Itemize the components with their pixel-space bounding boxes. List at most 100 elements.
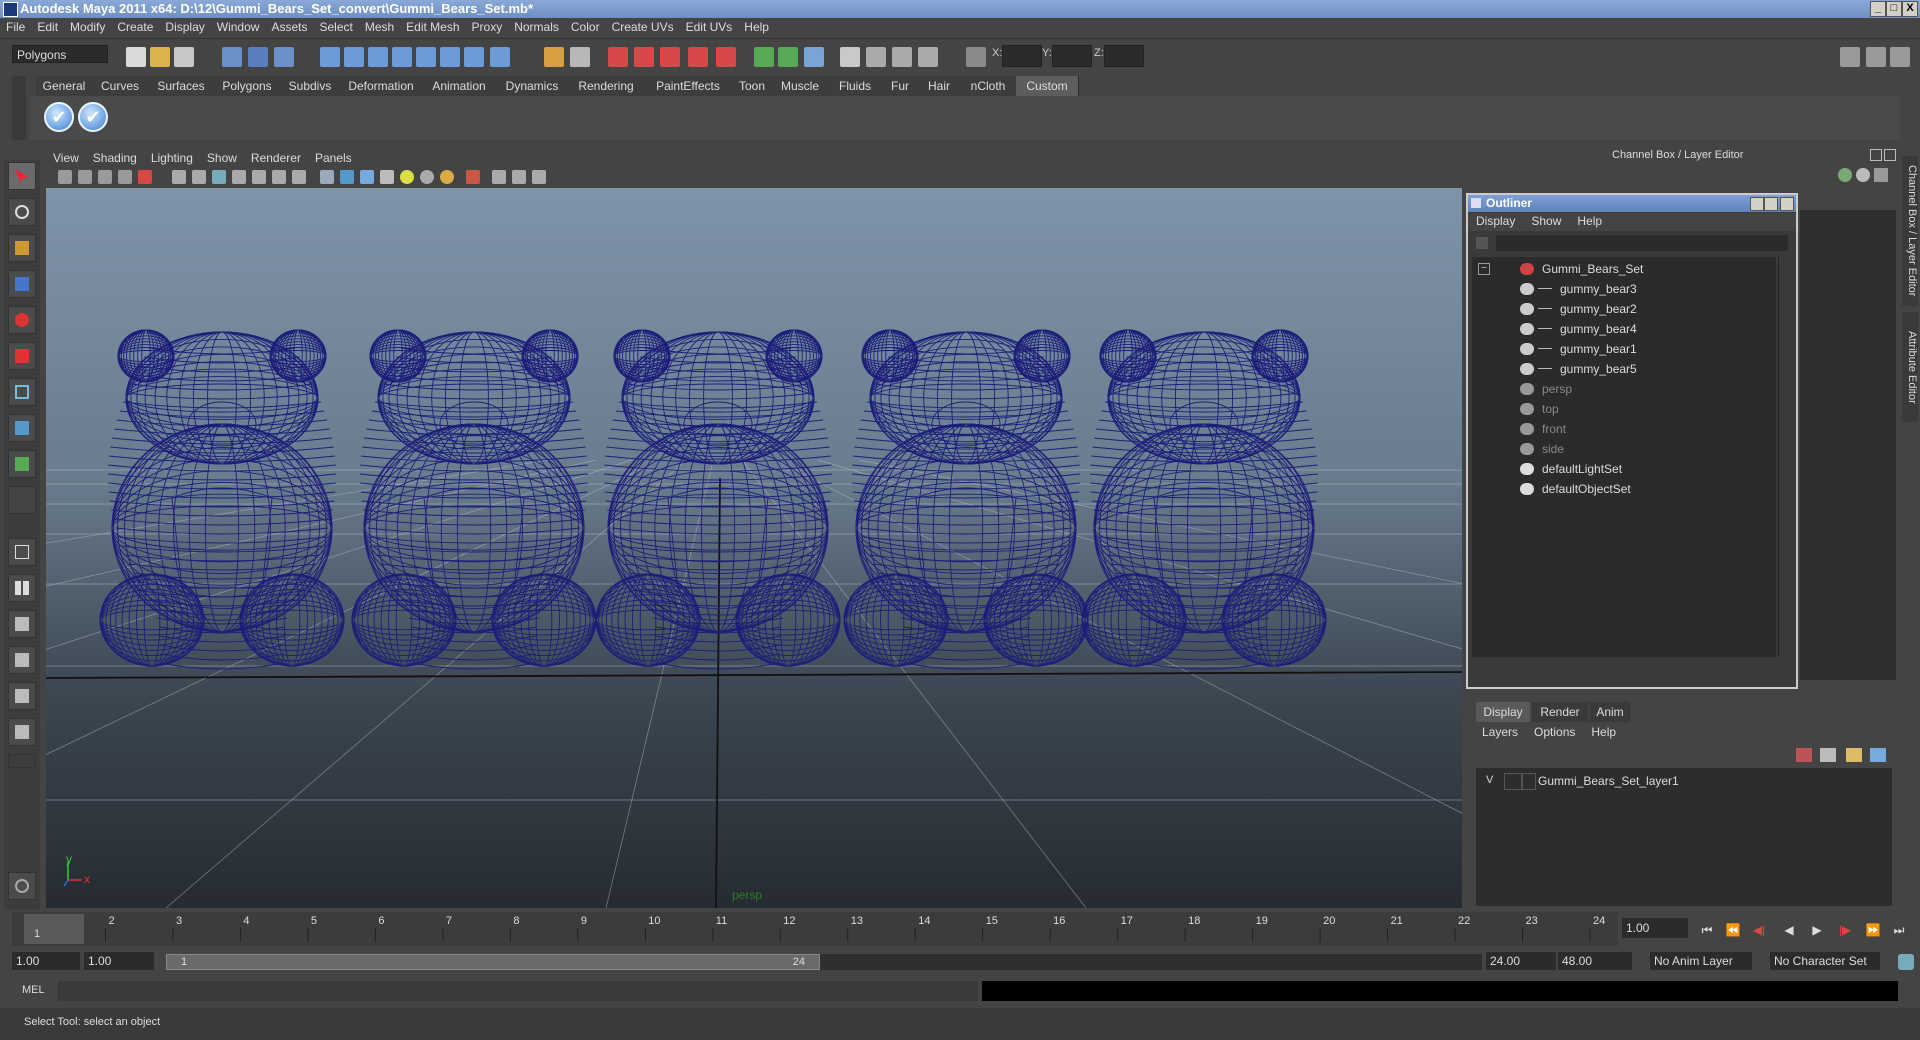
menu-file[interactable]: File xyxy=(0,18,31,36)
menu-color[interactable]: Color xyxy=(565,18,606,36)
outliner-item-gummy_bear3[interactable]: gummy_bear3 xyxy=(1472,279,1772,299)
help-icon[interactable] xyxy=(490,47,510,67)
layer-template-toggle[interactable] xyxy=(1504,773,1522,790)
attribute-editor-side-tab[interactable]: Attribute Editor xyxy=(1902,312,1918,422)
current-frame-field[interactable]: 1.00 xyxy=(1622,918,1688,938)
shelf-tab-polygons[interactable]: Polygons xyxy=(214,76,281,96)
vp-menu-view[interactable]: View xyxy=(46,150,86,166)
all-lights-icon[interactable] xyxy=(420,170,434,184)
anim-layer-dropdown[interactable]: No Anim Layer xyxy=(1650,952,1752,970)
cb-keyed-icon[interactable] xyxy=(1838,168,1852,182)
channel-box-side-tab[interactable]: Channel Box / Layer Editor xyxy=(1902,156,1918,306)
lock-icon[interactable] xyxy=(544,47,564,67)
go-to-end-button[interactable]: ⏭ xyxy=(1888,920,1910,940)
snap-view-icon[interactable] xyxy=(440,47,460,67)
vp-menu-panels[interactable]: Panels xyxy=(308,150,359,166)
smooth-shade-icon[interactable] xyxy=(340,170,354,184)
wire-on-shaded-icon[interactable] xyxy=(360,170,374,184)
shelf-tab-painteffects[interactable]: PaintEffects xyxy=(644,76,733,96)
step-forward-frame-button[interactable]: |▶ xyxy=(1834,920,1856,940)
layout-hypershade-button[interactable] xyxy=(8,682,36,710)
select-hierarchy-icon[interactable] xyxy=(222,47,242,67)
gummy-bear-mesh[interactable] xyxy=(351,329,597,670)
default-light-icon[interactable] xyxy=(400,170,414,184)
live-surface-icon[interactable] xyxy=(716,47,736,67)
step-back-frame-button[interactable]: ◀| xyxy=(1748,920,1770,940)
layer-tab-display[interactable]: Display xyxy=(1476,702,1530,722)
last-tool-slot[interactable] xyxy=(8,486,36,514)
snap-plane-icon[interactable] xyxy=(392,47,412,67)
cb-layer-icon[interactable] xyxy=(1856,168,1870,182)
film-gate-icon[interactable] xyxy=(192,170,206,184)
lasso-tool[interactable] xyxy=(8,198,36,226)
animation-end-field[interactable]: 48.00 xyxy=(1558,952,1632,970)
outliner-item-gummy_bear2[interactable]: gummy_bear2 xyxy=(1472,299,1772,319)
move-layer-down-icon[interactable] xyxy=(1820,748,1836,762)
open-scene-icon[interactable] xyxy=(150,47,170,67)
magnet-icon[interactable] xyxy=(660,47,680,67)
mode-selector[interactable]: Polygons xyxy=(12,45,108,63)
snap-surface-icon[interactable] xyxy=(416,47,436,67)
select-object-icon[interactable] xyxy=(248,47,268,67)
attribute-toggle-icon[interactable] xyxy=(892,47,912,67)
camera-attributes-icon[interactable] xyxy=(78,170,92,184)
play-backwards-button[interactable]: ◀ xyxy=(1778,920,1800,940)
menu-create[interactable]: Create xyxy=(111,18,159,36)
field-chart-icon[interactable] xyxy=(252,170,266,184)
tool-box-toggle-icon[interactable] xyxy=(1890,47,1910,67)
move-tool[interactable] xyxy=(8,270,36,298)
new-scene-icon[interactable] xyxy=(126,47,146,67)
hypershade-icon[interactable] xyxy=(840,47,860,67)
soft-mod-tool[interactable] xyxy=(8,414,36,442)
vp-menu-renderer[interactable]: Renderer xyxy=(244,150,308,166)
outliner-close-button[interactable] xyxy=(1780,197,1794,211)
shelf-tab-custom[interactable]: Custom xyxy=(1016,76,1079,96)
outliner-minimize-button[interactable] xyxy=(1750,197,1764,211)
rotate-tool[interactable] xyxy=(8,306,36,334)
animation-start-field[interactable]: 1.00 xyxy=(12,952,80,970)
xray-joints-icon[interactable] xyxy=(512,170,526,184)
menu-help[interactable]: Help xyxy=(738,18,775,36)
layout-four-button[interactable] xyxy=(8,574,36,602)
select-component-icon[interactable] xyxy=(274,47,294,67)
layout-graph-button[interactable] xyxy=(8,646,36,674)
textured-icon[interactable] xyxy=(380,170,394,184)
shadows-icon[interactable] xyxy=(440,170,454,184)
snap-live-icon[interactable] xyxy=(464,47,484,67)
layout-icon[interactable] xyxy=(1840,47,1860,67)
menu-edit-uvs[interactable]: Edit UVs xyxy=(680,18,739,36)
save-scene-icon[interactable] xyxy=(174,47,194,67)
outliner-item-gummy_bear4[interactable]: gummy_bear4 xyxy=(1472,319,1772,339)
playback-end-field[interactable]: 24.00 xyxy=(1486,952,1556,970)
menu-window[interactable]: Window xyxy=(211,18,266,36)
menu-mesh[interactable]: Mesh xyxy=(359,18,400,36)
render-settings-icon[interactable] xyxy=(804,47,824,67)
wireframe-icon[interactable] xyxy=(320,170,334,184)
ipr-render-icon[interactable] xyxy=(778,47,798,67)
y-field[interactable] xyxy=(1052,45,1092,67)
backface-icon[interactable] xyxy=(532,170,546,184)
gummy-bear-mesh[interactable] xyxy=(1081,329,1327,670)
image-plane-icon[interactable] xyxy=(118,170,132,184)
safe-title-icon[interactable] xyxy=(292,170,306,184)
gummy-bear-mesh[interactable] xyxy=(99,329,345,670)
quick-layout-button[interactable] xyxy=(8,872,36,900)
close-button[interactable]: X xyxy=(1902,1,1918,17)
selection-mask-icon[interactable] xyxy=(570,47,590,67)
outliner-item-top[interactable]: top xyxy=(1472,399,1772,419)
range-slider[interactable]: 1 24 xyxy=(166,954,1482,970)
shelf-tab-toon[interactable]: Toon xyxy=(732,76,773,96)
xray-icon[interactable] xyxy=(492,170,506,184)
vp-menu-lighting[interactable]: Lighting xyxy=(144,150,200,166)
sidebar-toggle-icon[interactable] xyxy=(866,47,886,67)
2d-pan-icon[interactable] xyxy=(138,170,152,184)
outliner-item-defaultObjectSet[interactable]: defaultObjectSet xyxy=(1472,479,1772,499)
shelf-menu-handle[interactable] xyxy=(12,76,26,140)
layer-menu-options[interactable]: Options xyxy=(1526,724,1583,740)
shelf-tab-ncloth[interactable]: nCloth xyxy=(960,76,1017,96)
outliner-search-input[interactable] xyxy=(1496,235,1788,251)
layer-row[interactable]: V Gummi_Bears_Set_layer1 xyxy=(1476,772,1892,790)
shelf-tab-fluids[interactable]: Fluids xyxy=(828,76,883,96)
new-layer-icon[interactable] xyxy=(1846,748,1862,762)
snap-curve-icon[interactable] xyxy=(344,47,364,67)
